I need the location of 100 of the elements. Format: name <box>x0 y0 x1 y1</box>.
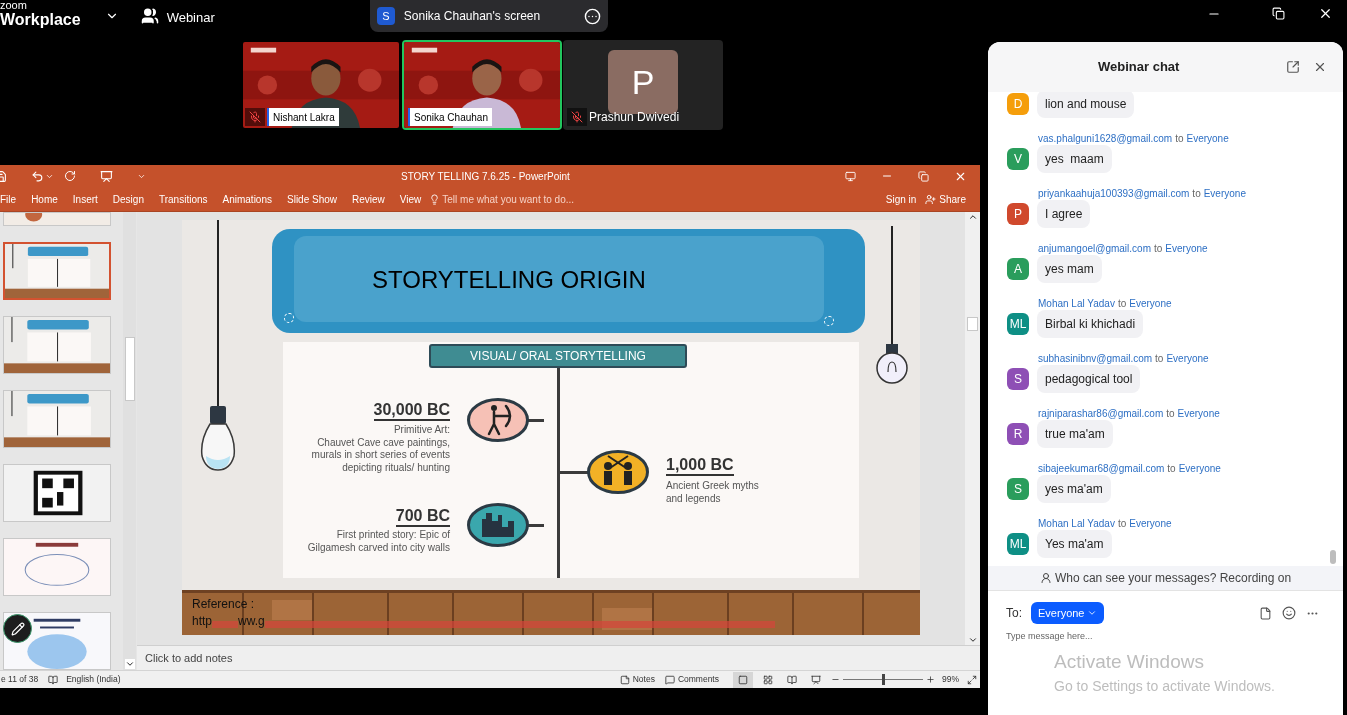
sender-name: priyankaahuja100393@gmail.com <box>1038 188 1190 200</box>
slide-thumbnail[interactable] <box>3 538 111 596</box>
brand-name: Workplace <box>0 11 81 29</box>
file-icon[interactable] <box>1259 606 1272 620</box>
fit-slide-icon[interactable] <box>967 674 977 685</box>
participant-name: Sonika Chauhan <box>408 108 492 126</box>
event-description: First printed story: Epic of Gilgamesh carved into city walls <box>307 529 450 554</box>
close-icon[interactable] <box>1318 6 1333 21</box>
video-tile[interactable]: P Prashun Dwivedi <box>563 40 723 130</box>
sign-in-link[interactable]: Sign in <box>885 191 917 207</box>
ribbon-tab[interactable]: Animations <box>222 191 272 207</box>
privacy-notice[interactable]: Who can see your messages? Recording on <box>988 566 1343 590</box>
slide-thumbnail[interactable] <box>3 242 111 300</box>
pop-out-icon[interactable] <box>1286 60 1300 74</box>
message-bubble: true ma'am <box>1037 420 1113 448</box>
sender-name: rajniparashar86@gmail.com <box>1038 408 1164 420</box>
share-button[interactable]: Share <box>925 191 966 207</box>
ribbon-display-icon[interactable] <box>845 170 856 182</box>
to-label: to <box>1155 353 1164 365</box>
scrollbar-thumb[interactable] <box>1330 550 1336 564</box>
scrollbar[interactable] <box>123 212 136 670</box>
user-avatar: R <box>1007 423 1029 445</box>
ribbon-tab[interactable]: Transitions <box>158 191 208 207</box>
emoji-icon[interactable] <box>1282 606 1296 620</box>
privacy-person-icon <box>1039 572 1052 584</box>
message-bubble: I agree <box>1037 200 1091 228</box>
scroll-up-icon[interactable] <box>967 212 978 222</box>
video-tile[interactable]: Nishant Lakra <box>241 40 401 130</box>
comments-icon[interactable] <box>664 674 675 685</box>
language-label[interactable]: English (India) <box>66 673 121 686</box>
ribbon-tab[interactable]: View <box>399 191 422 207</box>
to-label: to <box>1154 243 1163 255</box>
message-bubble: pedagogical tool <box>1037 365 1141 393</box>
user-avatar: A <box>1007 258 1029 280</box>
recipient-dropdown[interactable]: Everyone <box>1031 602 1104 624</box>
undo-icon[interactable] <box>31 169 44 183</box>
user-avatar: ML <box>1007 313 1029 335</box>
lightbulb-icon <box>429 193 441 205</box>
activation-text: Go to Settings to activate Windows. <box>1054 677 1276 696</box>
connector-line <box>559 471 589 474</box>
zoom-thumb[interactable] <box>882 674 885 685</box>
ribbon-tab[interactable]: Home <box>31 191 58 207</box>
sender-name: vas.phalguni1628@gmail.com <box>1038 133 1173 145</box>
user-avatar: S <box>1007 368 1029 390</box>
spell-check-icon[interactable] <box>48 674 59 685</box>
scrollbar[interactable] <box>965 212 980 645</box>
restore-icon[interactable] <box>1272 7 1285 20</box>
zoom-in-icon[interactable] <box>926 675 935 684</box>
event-date: 1,000 BC <box>666 456 734 476</box>
ribbon-tab[interactable]: Insert <box>72 191 98 207</box>
recipient-name: Everyone <box>1129 518 1172 530</box>
presenter-icon[interactable] <box>100 169 113 183</box>
ribbon-tab[interactable]: File <box>0 191 17 207</box>
slide-thumbnail[interactable] <box>3 316 111 374</box>
redo-icon[interactable] <box>64 170 76 182</box>
ribbon-tab[interactable]: Design <box>112 191 144 207</box>
pencil-icon <box>10 621 25 636</box>
slideshow-icon[interactable] <box>811 674 821 685</box>
to-label: to <box>1192 188 1201 200</box>
slide-thumbnail[interactable] <box>3 390 111 448</box>
slide-thumbnail[interactable] <box>3 212 111 226</box>
sender-name: subhasinibnv@gmail.com <box>1038 353 1153 365</box>
notes-pane[interactable]: Click to add notes <box>137 645 980 670</box>
slide-thumbnail[interactable] <box>3 612 111 670</box>
scrollbar-thumb[interactable] <box>967 317 978 331</box>
reference-link-start: http <box>192 613 212 630</box>
to-label: to <box>1167 463 1176 475</box>
slide-thumbnail[interactable] <box>3 464 111 522</box>
normal-view-icon[interactable] <box>733 671 753 688</box>
ribbon-tab[interactable]: Slide Show <box>287 191 337 207</box>
more-icon[interactable] <box>583 7 601 25</box>
scrollbar-thumb[interactable] <box>124 337 135 401</box>
activation-title: Activate Windows <box>1054 649 1205 674</box>
video-tile[interactable]: Sonika Chauhan <box>402 40 562 130</box>
notes-icon[interactable] <box>619 674 630 685</box>
close-icon[interactable] <box>1313 60 1327 74</box>
reference-label: Reference : <box>192 596 255 613</box>
user-avatar: V <box>1007 148 1029 170</box>
scroll-down-icon[interactable] <box>124 659 135 669</box>
add-person-icon <box>925 193 937 205</box>
obscured-link-mark <box>212 621 238 628</box>
message-bubble: Yes ma'am <box>1037 530 1112 558</box>
reading-view-icon[interactable] <box>787 674 797 685</box>
notes-toggle[interactable]: Notes <box>632 673 655 686</box>
slide-counter: e 11 of 38 <box>1 673 39 686</box>
message-input[interactable]: Type message here... <box>1006 630 1306 644</box>
to-label: To: <box>1006 605 1022 622</box>
user-avatar: S <box>1007 478 1029 500</box>
ribbon-tab[interactable]: Review <box>352 191 385 207</box>
message-bubble: yes mam <box>1037 255 1102 283</box>
sorter-view-icon[interactable] <box>763 674 773 685</box>
zoom-slider[interactable] <box>843 674 923 685</box>
scroll-down-icon[interactable] <box>967 635 978 645</box>
zoom-percent[interactable]: 99% <box>942 673 959 686</box>
comments-toggle[interactable]: Comments <box>677 673 719 686</box>
event-description: Primitive Art: Chauvet Cave cave paintings, murals in short series of events depicting rituals/ hunting <box>311 424 450 474</box>
tell-me-field[interactable]: Tell me what you want to do... <box>442 191 575 207</box>
timeline-banner: VISUAL/ ORAL STORYTELLING <box>429 344 687 368</box>
message-bubble: yes ma'am <box>1037 475 1111 503</box>
recipient-name: Everyone <box>1186 133 1229 145</box>
